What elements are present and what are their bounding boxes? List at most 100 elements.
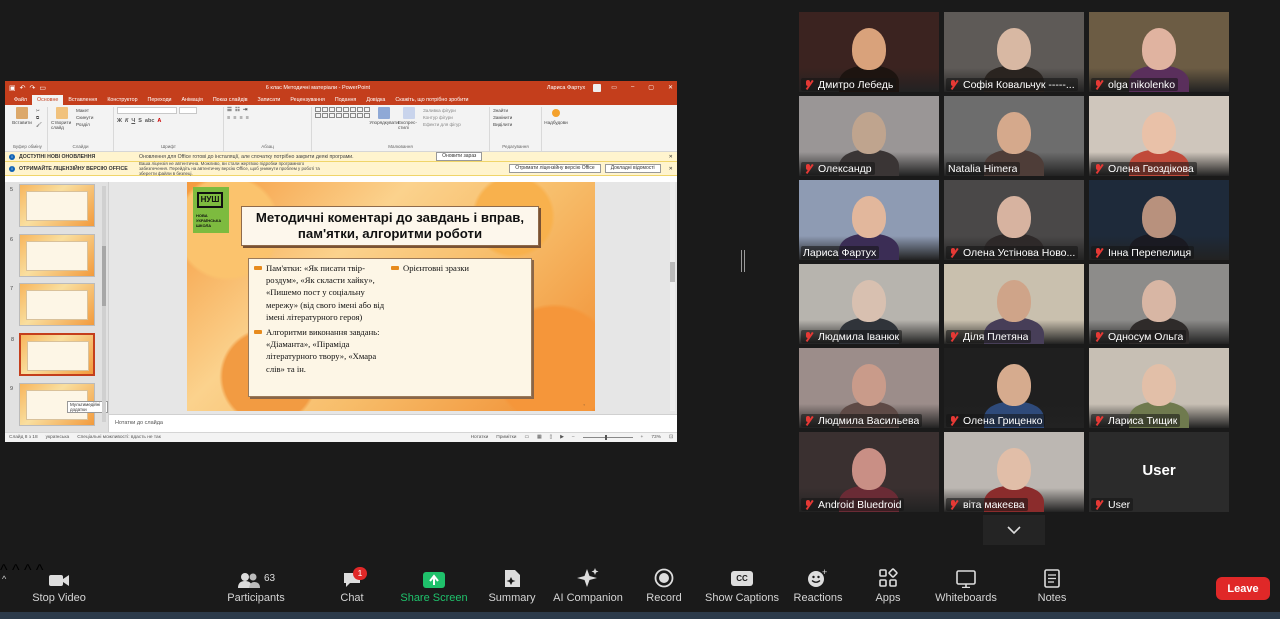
thumbnails-scrollbar[interactable] <box>102 186 106 422</box>
notes-toggle[interactable]: Нотатки <box>471 435 489 440</box>
ribbon-display-icon[interactable]: ▭ <box>611 84 617 91</box>
comments-toggle[interactable]: Примітки <box>496 435 516 440</box>
strikethrough-icon[interactable]: abc <box>145 118 154 124</box>
ribbon-tab[interactable]: Показ слайдів <box>208 95 253 105</box>
participant-tile[interactable]: Софія Ковальчук -----... <box>944 12 1084 92</box>
slide-thumbnail[interactable]: 7 <box>10 283 95 326</box>
select-button[interactable]: Виділити <box>493 121 512 128</box>
shadow-icon[interactable]: S <box>138 118 142 124</box>
save-icon[interactable]: ▣ <box>9 84 16 92</box>
record-button[interactable]: Record <box>629 562 699 612</box>
close-banner-icon[interactable]: ✕ <box>669 166 673 172</box>
zoom-level[interactable]: 73% <box>651 435 661 440</box>
participant-tile[interactable]: Олена Устінова Ново... <box>944 180 1084 260</box>
ai-companion-button[interactable]: AI Companion <box>553 562 623 612</box>
chat-button[interactable]: 1 Chat <box>317 562 387 612</box>
ribbon-tab[interactable]: Переходи <box>143 95 177 105</box>
shared-screen-powerpoint[interactable]: ▣ ↶ ↷ ▭ 6 клас Методичні матеріали - Pow… <box>5 81 677 442</box>
shape-fill-button[interactable]: Заливка фігури <box>423 107 461 114</box>
justify-icon[interactable]: ≡ <box>246 115 249 121</box>
language-indicator[interactable]: українська <box>46 435 70 440</box>
copy-icon[interactable]: ⧉ <box>36 114 42 121</box>
align-right-icon[interactable]: ≡ <box>239 115 242 121</box>
ppt-user-avatar[interactable] <box>593 83 602 92</box>
summary-button[interactable]: Summary <box>477 562 547 612</box>
ribbon-tab[interactable]: Файл <box>9 95 32 105</box>
shape-effects-button[interactable]: Ефекти для фігур <box>423 121 461 128</box>
participant-tile[interactable]: Дмитро Лебедь <box>799 12 939 92</box>
close-icon[interactable]: ✕ <box>668 84 673 91</box>
indent-icon[interactable]: ⇥ <box>243 107 248 113</box>
participant-tile[interactable]: віта макеєва <box>944 432 1084 512</box>
ribbon-tab[interactable]: Вставлення <box>63 95 102 105</box>
slide-scrollbar[interactable] <box>670 182 675 411</box>
quick-styles-button[interactable]: Експрес-стилі <box>398 107 420 130</box>
ribbon-tab[interactable]: Довідка <box>361 95 390 105</box>
ribbon-tab[interactable]: Анімація <box>177 95 208 105</box>
zoom-in-icon[interactable]: + <box>641 435 644 440</box>
notes-button[interactable]: Notes <box>1017 562 1087 612</box>
slide-thumbnail[interactable]: 8 <box>11 333 95 376</box>
arrange-button[interactable]: Упорядкувати <box>369 107 399 125</box>
participants-options-caret[interactable]: ^ <box>12 562 20 579</box>
ribbon-tab[interactable]: Рецензування <box>285 95 330 105</box>
participant-tile[interactable]: Android Bluedroid <box>799 432 939 512</box>
shapes-gallery[interactable] <box>315 107 370 118</box>
participant-tile[interactable]: Інна Перепелиця <box>1089 180 1229 260</box>
paste-button[interactable]: Вставити <box>11 107 33 125</box>
reactions-button[interactable]: + Reactions <box>783 562 853 612</box>
participant-tile[interactable]: Олена Гвоздікова <box>1089 96 1229 176</box>
font-size-field[interactable] <box>179 107 197 114</box>
notes-pane[interactable]: Нотатки до слайда <box>109 414 677 432</box>
whiteboards-button[interactable]: Whiteboards <box>928 562 1004 612</box>
reading-view-icon[interactable]: ▯ <box>550 435 553 440</box>
font-color-icon[interactable]: A <box>157 118 161 124</box>
underline-icon[interactable]: Ч <box>131 118 135 124</box>
accessibility-status[interactable]: Спеціальні можливості: вдасть не так <box>77 435 161 440</box>
participant-tile[interactable]: Людмила Іванюк <box>799 264 939 344</box>
maximize-icon[interactable]: ▢ <box>648 84 654 91</box>
bullets-icon[interactable]: ☰ <box>227 107 232 113</box>
participant-tile[interactable]: User User <box>1089 432 1229 512</box>
slideshow-view-icon[interactable]: ▶ <box>560 435 564 440</box>
new-slide-button[interactable]: Створити слайд <box>51 107 73 130</box>
participant-tile[interactable]: Лариса Тищик <box>1089 348 1229 428</box>
slide-thumbnail[interactable]: 6 <box>10 234 95 277</box>
ribbon-tab[interactable]: Записати <box>253 95 286 105</box>
ribbon-tab[interactable]: Основне <box>32 95 64 105</box>
reset-button[interactable]: Скинути <box>76 114 93 121</box>
fit-to-window-icon[interactable]: ⊡ <box>669 435 673 440</box>
close-banner-icon[interactable]: ✕ <box>669 154 673 160</box>
ribbon-tab[interactable]: Подання <box>330 95 361 105</box>
minimize-icon[interactable]: – <box>631 84 634 91</box>
align-left-icon[interactable]: ≡ <box>227 115 230 121</box>
participant-tile[interactable]: olga nikolenko <box>1089 12 1229 92</box>
stop-video-button[interactable]: Stop Video <box>24 562 94 612</box>
update-now-button[interactable]: Оновити зараз <box>436 152 483 161</box>
ribbon-tab[interactable]: Конструктор <box>102 95 142 105</box>
cut-icon[interactable]: ✂ <box>36 107 42 114</box>
find-button[interactable]: Знайти <box>493 107 512 114</box>
apps-button[interactable]: Apps <box>853 562 923 612</box>
layout-button[interactable]: Макет <box>76 107 93 114</box>
slide-title[interactable]: Методичні коментарі до завдань і вправ, … <box>241 206 539 246</box>
view-splitter-handle[interactable] <box>741 250 746 272</box>
participant-tile[interactable]: Олександр <box>799 96 939 176</box>
tell-me-search[interactable]: Скажіть, що потрібно зробити <box>390 95 473 105</box>
audio-options-caret[interactable]: ^ <box>2 574 6 584</box>
show-captions-button[interactable]: CC Show Captions <box>705 562 779 612</box>
current-slide[interactable]: НУШ НОВА УКРАЇНСЬКА ШКОЛА Методичні коме… <box>187 182 595 411</box>
italic-icon[interactable]: К <box>125 118 128 124</box>
leave-button[interactable]: Leave <box>1216 577 1270 600</box>
share-screen-button[interactable]: Share Screen <box>399 562 469 612</box>
slide-content-box[interactable]: Пам'ятки: «Як писати твір-роздум», «Як с… <box>248 258 532 397</box>
font-name-field[interactable] <box>117 107 177 114</box>
shape-outline-button[interactable]: Контур фігури <box>423 114 461 121</box>
align-center-icon[interactable]: ≡ <box>233 115 236 121</box>
learn-more-button[interactable]: Докладні відомості <box>604 164 661 173</box>
participant-tile[interactable]: Лариса Фартух <box>799 180 939 260</box>
gallery-next-page-button[interactable] <box>983 515 1045 545</box>
start-slideshow-icon[interactable]: ▭ <box>39 84 46 92</box>
zoom-slider[interactable] <box>582 435 633 440</box>
get-genuine-office-button[interactable]: Отримати ліцензійну версію Office <box>509 164 601 173</box>
